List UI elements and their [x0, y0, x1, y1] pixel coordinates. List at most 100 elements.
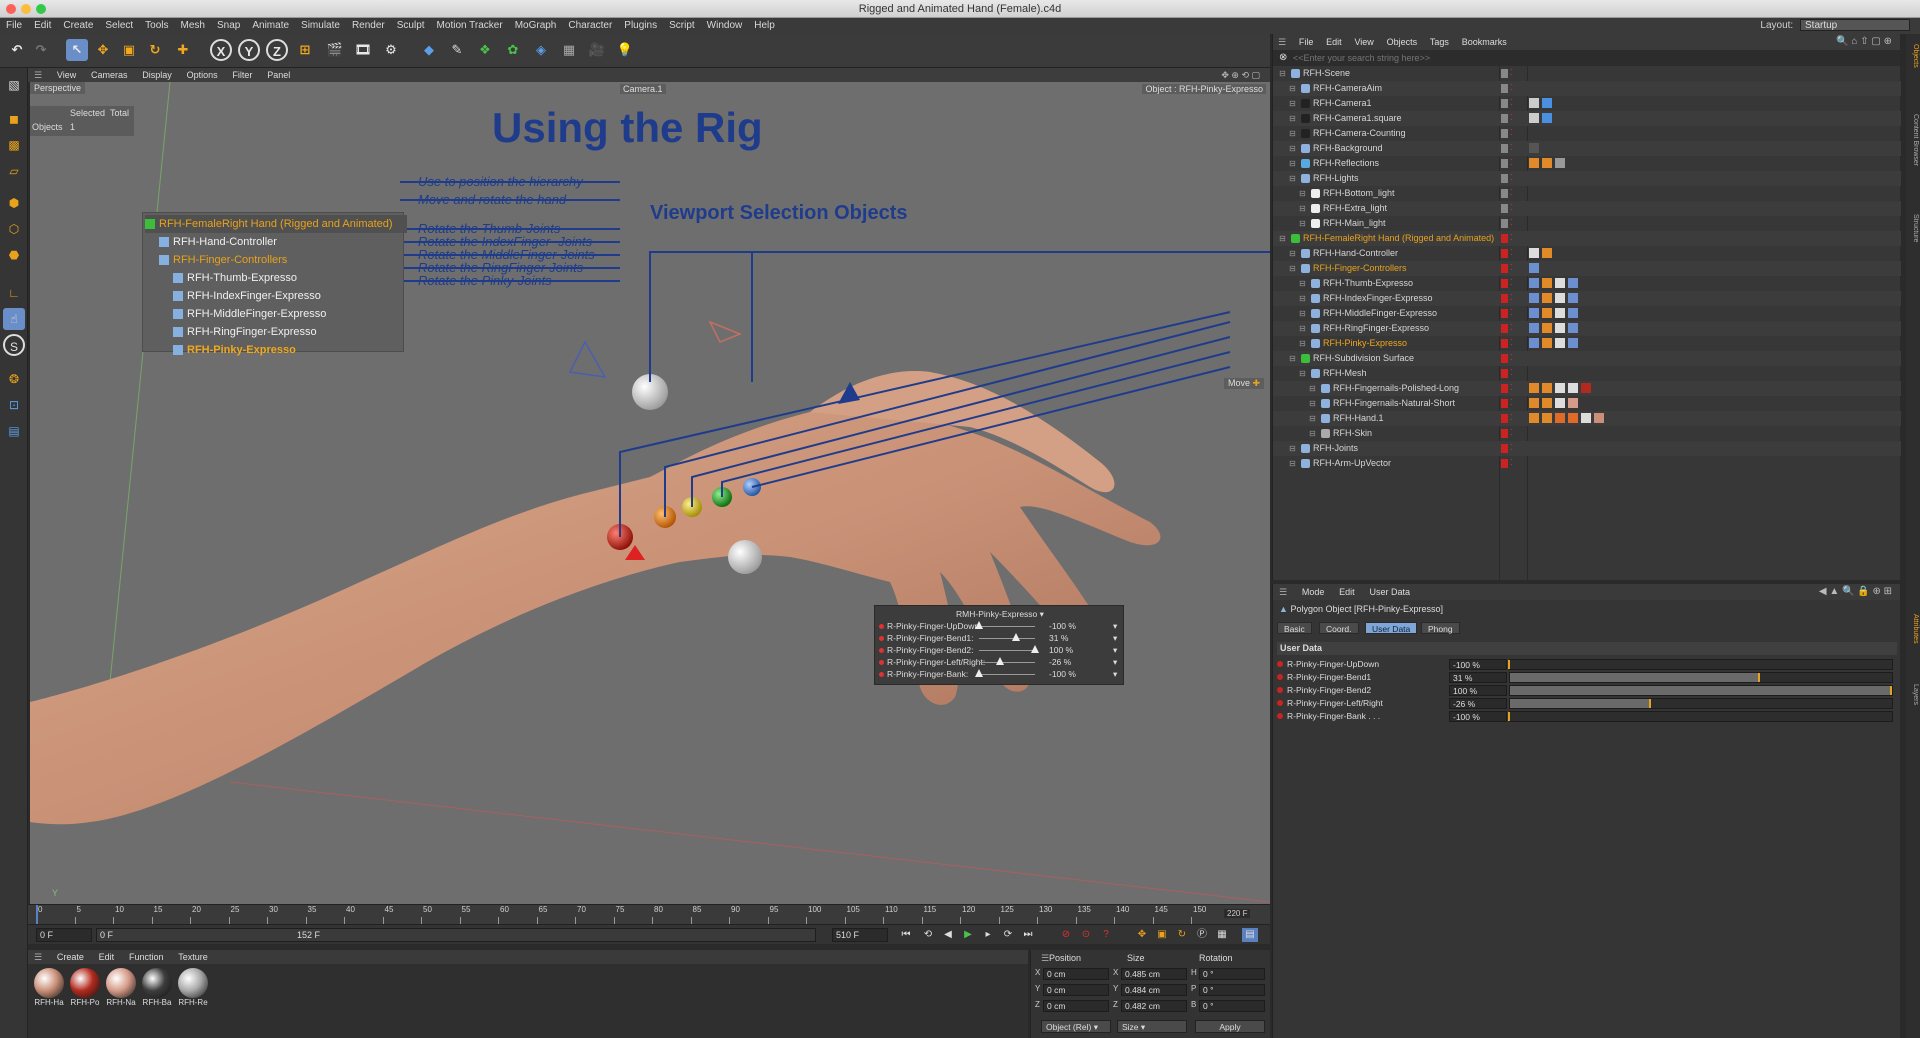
tree-toggle-icon[interactable]: ⊟	[1309, 426, 1316, 441]
menu-plugins[interactable]: Plugins	[618, 18, 663, 34]
material-grip-icon[interactable]: ☰	[28, 950, 48, 964]
tab-coord[interactable]: Coord.	[1319, 622, 1359, 634]
keyframe-dot-icon[interactable]	[1277, 687, 1283, 693]
scale-tool-icon[interactable]: ▣	[118, 39, 140, 61]
object-row[interactable]: ⊟ RFH-Subdivision Surface ⁚	[1273, 351, 1901, 366]
object-manager-grip-icon[interactable]: ☰	[1273, 34, 1291, 50]
object-row[interactable]: ⊟ RFH-Hand-Controller ⁚	[1273, 246, 1901, 261]
side-tab-attributes[interactable]: Attributes	[1907, 614, 1919, 644]
hud-param-row[interactable]: R-Pinky-Finger-Bend1: 31 % ▾	[879, 632, 1121, 644]
coords-rotation-field[interactable]: 0 °	[1199, 1000, 1265, 1012]
material-menu-create[interactable]: Create	[51, 950, 90, 964]
object-row[interactable]: ⊟ RFH-Joints ⁚	[1273, 441, 1901, 456]
coords-size-field[interactable]: 0.485 cm	[1121, 968, 1187, 980]
edges-mode-icon[interactable]: ⬡	[3, 218, 25, 240]
object-tag-icon[interactable]	[1542, 383, 1552, 393]
coords-rotation-field[interactable]: 0 °	[1199, 984, 1265, 996]
object-row[interactable]: ⊟ RFH-Mesh ⁚	[1273, 366, 1901, 381]
layer-color-flag[interactable]	[1501, 99, 1508, 108]
user-data-value-field[interactable]: 31 %	[1449, 672, 1507, 683]
menu-character[interactable]: Character	[562, 18, 618, 34]
coords-position-field[interactable]: 0 cm	[1043, 1000, 1109, 1012]
layer-color-flag[interactable]	[1501, 339, 1508, 348]
sculpt-icon[interactable]: ❂	[3, 368, 25, 390]
object-tag-icon[interactable]	[1568, 323, 1578, 333]
visibility-dots[interactable]: ⁚	[1510, 308, 1515, 319]
hud-dropdown-icon[interactable]: ▾	[1113, 668, 1117, 680]
object-tag-icon[interactable]	[1542, 113, 1552, 123]
hud-param-row[interactable]: R-Pinky-Finger-UpDown: -100 % ▾	[879, 620, 1121, 632]
object-tag-icon[interactable]	[1529, 413, 1539, 423]
material-swatch[interactable]: RFH-Po	[68, 968, 102, 1010]
layer-color-flag[interactable]	[1501, 234, 1508, 243]
object-tag-icon[interactable]	[1555, 293, 1565, 303]
hud-dropdown-icon[interactable]: ▾	[1113, 656, 1117, 668]
layer-color-flag[interactable]	[1501, 309, 1508, 318]
visibility-dots[interactable]: ⁚	[1510, 398, 1515, 409]
record-keys-icon[interactable]: ⊘	[1058, 928, 1074, 942]
visibility-dots[interactable]: ⁚	[1510, 428, 1515, 439]
object-name[interactable]: RFH-Arm-UpVector	[1301, 456, 1391, 471]
visibility-dots[interactable]: ⁚	[1510, 338, 1515, 349]
hud-slider-track[interactable]	[979, 638, 1035, 639]
tree-toggle-icon[interactable]: ⊟	[1299, 321, 1306, 336]
tree-toggle-icon[interactable]: ⊟	[1279, 66, 1286, 81]
render-settings-icon[interactable]: ⚙	[380, 39, 402, 61]
tree-toggle-icon[interactable]: ⊟	[1289, 141, 1296, 156]
hud-slider-knob[interactable]	[975, 621, 983, 629]
om-menu-tags[interactable]: Tags	[1425, 34, 1454, 50]
layer-color-flag[interactable]	[1501, 159, 1508, 168]
viewport-menu-panel[interactable]: Panel	[261, 68, 296, 82]
search-close-icon[interactable]: ⊗	[1279, 50, 1287, 66]
object-row[interactable]: ⊟ RFH-MiddleFinger-Expresso ⁚	[1273, 306, 1901, 321]
object-tag-icon[interactable]	[1581, 383, 1591, 393]
object-tag-icon[interactable]	[1555, 278, 1565, 288]
tree-toggle-icon[interactable]: ⊟	[1309, 411, 1316, 426]
hier-row-root[interactable]: RFH-FemaleRight Hand (Rigged and Animate…	[145, 215, 407, 233]
object-row[interactable]: ⊟ RFH-Arm-UpVector ⁚	[1273, 456, 1901, 471]
tree-toggle-icon[interactable]: ⊟	[1299, 336, 1306, 351]
menu-render[interactable]: Render	[346, 18, 391, 34]
visibility-dots[interactable]: ⁚	[1510, 218, 1515, 229]
object-tag-icon[interactable]	[1581, 413, 1591, 423]
viewport-menu-cameras[interactable]: Cameras	[85, 68, 134, 82]
tab-basic[interactable]: Basic	[1277, 622, 1312, 634]
material-swatch[interactable]: RFH-Na	[104, 968, 138, 1010]
apply-button[interactable]: Apply	[1195, 1020, 1265, 1033]
visibility-dots[interactable]: ⁚	[1510, 353, 1515, 364]
camera-label[interactable]: Camera.1	[620, 84, 666, 94]
object-name[interactable]: RFH-CameraAim	[1301, 81, 1382, 96]
object-tag-icon[interactable]	[1542, 338, 1552, 348]
tree-toggle-icon[interactable]: ⊟	[1289, 351, 1296, 366]
tree-toggle-icon[interactable]: ⊟	[1279, 231, 1286, 246]
object-row[interactable]: ⊟ RFH-Reflections ⁚	[1273, 156, 1901, 171]
visibility-dots[interactable]: ⁚	[1510, 278, 1515, 289]
object-row[interactable]: ⊟ RFH-IndexFinger-Expresso ⁚	[1273, 291, 1901, 306]
tree-toggle-icon[interactable]: ⊟	[1289, 81, 1296, 96]
hud-param-row[interactable]: R-Pinky-Finger-Bank: -100 % ▾	[879, 668, 1121, 680]
planar-workplane-icon[interactable]: ▤	[3, 420, 25, 442]
tree-toggle-icon[interactable]: ⊟	[1299, 276, 1306, 291]
object-row[interactable]: ⊟ RFH-Skin ⁚	[1273, 426, 1901, 441]
keyframe-dot-icon[interactable]	[1277, 713, 1283, 719]
visibility-dots[interactable]: ⁚	[1510, 443, 1515, 454]
object-tag-icon[interactable]	[1542, 413, 1552, 423]
side-tab-structure[interactable]: Structure	[1907, 214, 1919, 242]
object-row[interactable]: ⊟ RFH-Thumb-Expresso ⁚	[1273, 276, 1901, 291]
object-tag-icon[interactable]	[1568, 383, 1578, 393]
object-tag-icon[interactable]	[1594, 413, 1604, 423]
layer-color-flag[interactable]	[1501, 429, 1508, 438]
user-data-slider[interactable]	[1508, 659, 1893, 670]
object-row[interactable]: ⊟ RFH-Pinky-Expresso ⁚	[1273, 336, 1901, 351]
light-icon[interactable]: 💡	[614, 39, 636, 61]
object-tag-icon[interactable]	[1555, 413, 1565, 423]
tree-toggle-icon[interactable]: ⊟	[1289, 126, 1296, 141]
object-tag-icon[interactable]	[1529, 158, 1539, 168]
object-name[interactable]: RFH-Subdivision Surface	[1301, 351, 1414, 366]
layout-select[interactable]: Startup	[1800, 19, 1910, 32]
om-menu-edit[interactable]: Edit	[1321, 34, 1347, 50]
user-data-slider[interactable]	[1508, 711, 1893, 722]
hud-dropdown-icon[interactable]: ▾	[1040, 609, 1044, 619]
layer-color-flag[interactable]	[1501, 369, 1508, 378]
object-tag-icon[interactable]	[1568, 278, 1578, 288]
